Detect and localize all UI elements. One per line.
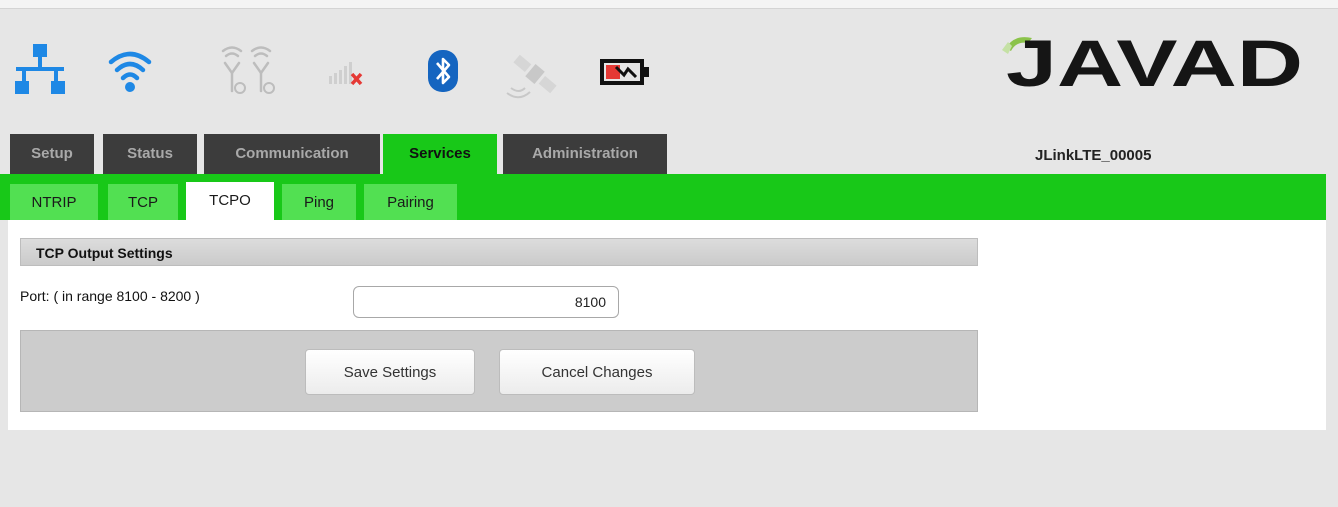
save-settings-button[interactable]: Save Settings <box>305 349 475 395</box>
tab-communication[interactable]: Communication <box>204 134 380 174</box>
port-label: Port: ( in range 8100 - 8200 ) <box>20 288 200 304</box>
dual-sim-icon <box>221 46 275 94</box>
button-area: Save Settings Cancel Changes <box>20 330 978 412</box>
battery-charging-icon <box>600 59 649 85</box>
tab-services[interactable]: Services <box>383 134 497 176</box>
network-icon <box>15 44 65 94</box>
subtab-pairing[interactable]: Pairing <box>364 184 457 220</box>
device-name: JLinkLTE_00005 <box>1035 147 1152 164</box>
satellite-icon <box>506 54 557 99</box>
bluetooth-icon <box>428 50 458 92</box>
top-border <box>0 0 1338 9</box>
subtab-tcp[interactable]: TCP <box>108 184 178 220</box>
tab-administration[interactable]: Administration <box>503 134 667 174</box>
cancel-changes-button[interactable]: Cancel Changes <box>499 349 695 395</box>
subtab-ntrip[interactable]: NTRIP <box>10 184 98 220</box>
subtab-ping[interactable]: Ping <box>282 184 356 220</box>
logo-text: JAVAD <box>1006 30 1303 90</box>
tab-setup[interactable]: Setup <box>10 134 94 174</box>
tab-status[interactable]: Status <box>103 134 197 174</box>
port-input[interactable] <box>353 286 619 318</box>
sub-tab-bar: NTRIP TCP TCPO Ping Pairing <box>0 174 1326 220</box>
cellular-signal-off-icon <box>329 62 363 86</box>
section-title: TCP Output Settings <box>20 238 978 266</box>
content-panel: TCP Output Settings Port: ( in range 810… <box>8 220 1326 430</box>
javad-logo: JAVAD <box>1002 30 1303 90</box>
subtab-tcpo[interactable]: TCPO <box>186 182 274 220</box>
wifi-icon <box>108 51 152 92</box>
